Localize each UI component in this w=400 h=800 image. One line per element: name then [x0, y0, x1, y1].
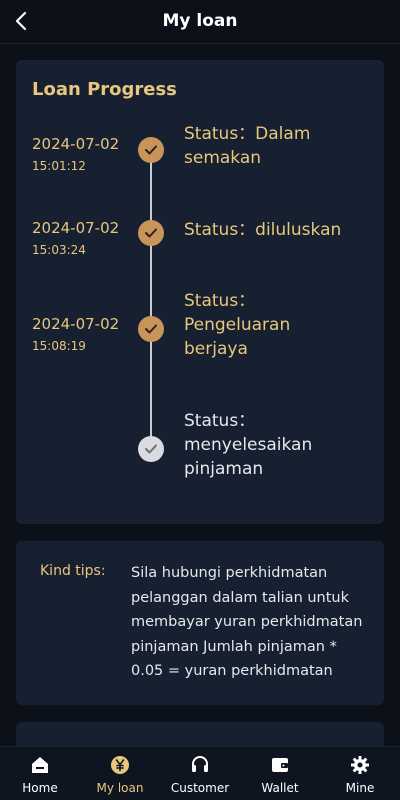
nav-item-my-loan[interactable]: My loan	[80, 747, 160, 800]
step-status: Status：diluluskan	[184, 220, 342, 240]
tips-label: Kind tips:	[40, 563, 106, 579]
home-icon	[29, 754, 51, 776]
headset-icon	[189, 754, 211, 776]
step-status: Status：Dalam semakan	[184, 124, 311, 168]
app-header: My loan	[0, 0, 400, 44]
step-time: 15:01:12	[32, 159, 86, 173]
loan-progress-title: Loan Progress	[32, 79, 177, 100]
step-date: 2024-07-02	[32, 219, 120, 237]
check-icon	[138, 436, 164, 462]
tips-text: Sila hubungi perkhidmatan pelanggan dala…	[131, 565, 363, 679]
step-date: 2024-07-02	[32, 315, 120, 333]
step-time: 15:03:24	[32, 243, 86, 257]
nav-item-wallet[interactable]: Wallet	[240, 747, 320, 800]
nav-label: Wallet	[261, 781, 299, 795]
nav-item-mine[interactable]: Mine	[320, 747, 400, 800]
nav-label: My loan	[96, 781, 144, 795]
step-time: 15:08:19	[32, 339, 86, 353]
bottom-nav: Home My loan Customer Wallet Mine	[0, 746, 400, 800]
check-icon	[138, 137, 164, 163]
check-icon	[138, 316, 164, 342]
timeline-line	[150, 150, 152, 450]
nav-item-customer[interactable]: Customer	[160, 747, 240, 800]
nav-item-home[interactable]: Home	[0, 747, 80, 800]
step-status: Status： menyelesaikan pinjaman	[184, 411, 313, 479]
loan-progress-card: Loan Progress 2024-07-02 15:01:12 Status…	[16, 60, 384, 524]
nav-label: Mine	[345, 781, 375, 795]
step-status: Status： Pengeluaran berjaya	[184, 291, 291, 359]
gear-icon	[349, 754, 371, 776]
kind-tips-card: Kind tips: Sila hubungi perkhidmatan pel…	[16, 541, 384, 705]
wallet-icon	[269, 754, 291, 776]
page-title: My loan	[162, 11, 238, 31]
nav-label: Customer	[170, 781, 230, 795]
nav-label: Home	[22, 781, 58, 795]
check-icon	[138, 220, 164, 246]
step-date: 2024-07-02	[32, 135, 120, 153]
yen-coin-icon	[109, 754, 131, 776]
